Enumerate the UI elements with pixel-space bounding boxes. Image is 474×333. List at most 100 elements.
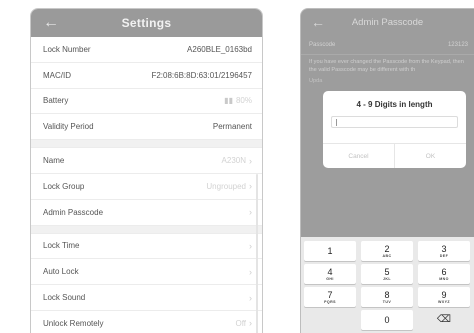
key-digit: 1 xyxy=(327,246,333,256)
key-digit: 8 xyxy=(384,290,390,300)
key-letters: GHI xyxy=(326,277,334,281)
page-title: Admin Passcode xyxy=(351,16,424,28)
key-7[interactable]: 7 PQRS xyxy=(304,287,356,307)
row-label: Battery xyxy=(43,96,69,106)
dialog-buttons: Cancel OK xyxy=(323,143,466,168)
key-digit: 6 xyxy=(441,267,447,277)
key-3[interactable]: 3 DEF xyxy=(418,241,470,261)
row-value-wrap: Ungrouped › xyxy=(206,181,252,191)
settings-row-unlock-remotely[interactable]: Unlock Remotely Off › xyxy=(31,311,262,333)
key-letters: MNO xyxy=(439,277,449,281)
passcode-note: If you have ever changed the Passcode fr… xyxy=(309,59,464,73)
row-value: Off xyxy=(235,318,246,328)
settings-row-battery: Battery ▮▮ 80% xyxy=(31,89,262,115)
key-letters: DEF xyxy=(439,254,449,258)
key-0[interactable]: 0 xyxy=(361,310,413,330)
passcode-dialog: 4 - 9 Digits in length Cancel OK xyxy=(323,91,466,168)
key-letters: PQRS xyxy=(324,300,336,304)
back-arrow-icon[interactable]: ← xyxy=(43,13,59,33)
key-empty xyxy=(304,310,356,330)
key-9[interactable]: 9 WXYZ xyxy=(418,287,470,307)
battery-value: ▮▮ 80% xyxy=(224,96,252,105)
page-title: Settings xyxy=(121,16,172,30)
numeric-keypad: 1 2 ABC 3 DEF 4 GHI 5 JKL 6 MNO 7 PQRS 8 xyxy=(301,237,474,333)
dialog-title: 4 - 9 Digits in length xyxy=(356,100,433,109)
cancel-button[interactable]: Cancel xyxy=(323,144,394,168)
row-value-wrap: Off › xyxy=(235,318,252,328)
backspace-icon: ⌫ xyxy=(436,314,452,325)
back-arrow-icon[interactable]: ← xyxy=(311,13,325,31)
ok-button[interactable]: OK xyxy=(394,144,466,168)
passcode-label: Passcode xyxy=(309,41,336,48)
section-divider xyxy=(31,140,262,149)
settings-screen: ← Settings Lock Number A260BLE_0163bd MA… xyxy=(30,8,263,333)
row-label: Unlock Remotely xyxy=(43,318,104,328)
settings-row-lock-sound[interactable]: Lock Sound › xyxy=(31,285,262,311)
row-value: Permanent xyxy=(212,122,252,132)
row-label: Lock Sound xyxy=(43,293,86,303)
settings-row-auto-lock[interactable]: Auto Lock › xyxy=(31,259,262,286)
row-value-wrap: › xyxy=(249,241,252,251)
chevron-right-icon: › xyxy=(249,266,252,277)
settings-row-validity-period: Validity Period Permanent xyxy=(31,114,262,141)
row-value-wrap: › xyxy=(249,293,252,303)
row-label: Auto Lock xyxy=(43,267,79,277)
battery-percent: 80% xyxy=(235,96,252,106)
row-label: Lock Time xyxy=(43,241,80,251)
row-value: A230N xyxy=(221,156,246,166)
key-digit: 7 xyxy=(327,290,333,300)
settings-header: ← Settings xyxy=(31,9,262,37)
backspace-key[interactable]: ⌫ xyxy=(418,310,470,330)
battery-icon: ▮▮ xyxy=(224,96,233,106)
key-letters: WXYZ xyxy=(438,300,450,304)
settings-row-name[interactable]: Name A230N › xyxy=(31,148,262,174)
row-value-wrap: › xyxy=(249,267,252,277)
row-label: Admin Passcode xyxy=(43,207,104,217)
key-digit: 0 xyxy=(384,315,390,325)
key-letters: TUV xyxy=(382,300,392,304)
chevron-right-icon: › xyxy=(249,155,252,166)
settings-row-lock-group[interactable]: Lock Group Ungrouped › xyxy=(31,174,262,200)
key-6[interactable]: 6 MNO xyxy=(418,264,470,284)
chevron-right-icon: › xyxy=(249,318,252,329)
update-link[interactable]: Upda xyxy=(301,78,474,84)
chevron-right-icon: › xyxy=(249,207,252,218)
key-5[interactable]: 5 JKL xyxy=(361,264,413,284)
key-2[interactable]: 2 ABC xyxy=(361,241,413,261)
settings-row-mac-id: MAC/ID F2:08:6B:8D:63:01/2196457 xyxy=(31,63,262,89)
row-value: A260BLE_0163bd xyxy=(187,44,252,54)
key-4[interactable]: 4 GHI xyxy=(304,264,356,284)
key-digit: 5 xyxy=(384,267,390,277)
scrollbar[interactable] xyxy=(256,174,258,333)
chevron-right-icon: › xyxy=(249,240,252,251)
row-value-wrap: › xyxy=(249,207,252,217)
key-digit: 2 xyxy=(384,244,390,254)
row-label: MAC/ID xyxy=(43,70,71,80)
section-divider xyxy=(31,225,262,234)
key-letters: ABC xyxy=(382,254,392,258)
key-letters: JKL xyxy=(383,277,391,281)
row-label: Lock Group xyxy=(43,181,85,191)
text-caret xyxy=(336,119,337,126)
row-value: Ungrouped xyxy=(206,181,246,191)
key-1[interactable]: 1 xyxy=(304,241,356,261)
settings-row-lock-time[interactable]: Lock Time › xyxy=(31,234,262,260)
chevron-right-icon: › xyxy=(249,181,252,192)
settings-row-lock-number: Lock Number A260BLE_0163bd xyxy=(31,37,262,63)
row-label: Validity Period xyxy=(43,122,94,132)
key-digit: 3 xyxy=(441,244,447,254)
admin-passcode-header: ← Admin Passcode xyxy=(301,9,474,35)
admin-passcode-screen: ← Admin Passcode Passcode 123123 If you … xyxy=(300,8,474,333)
settings-row-admin-passcode[interactable]: Admin Passcode › xyxy=(31,200,262,226)
chevron-right-icon: › xyxy=(249,292,252,303)
passcode-row: Passcode 123123 xyxy=(301,35,474,55)
key-digit: 4 xyxy=(327,267,333,277)
passcode-input[interactable] xyxy=(331,116,458,128)
key-8[interactable]: 8 TUV xyxy=(361,287,413,307)
passcode-value: 123123 xyxy=(447,41,468,48)
row-value: F2:08:6B:8D:63:01/2196457 xyxy=(151,70,252,80)
key-digit: 9 xyxy=(441,290,447,300)
row-value-wrap: A230N › xyxy=(222,156,252,166)
row-label: Name xyxy=(43,156,65,166)
row-label: Lock Number xyxy=(43,44,91,54)
